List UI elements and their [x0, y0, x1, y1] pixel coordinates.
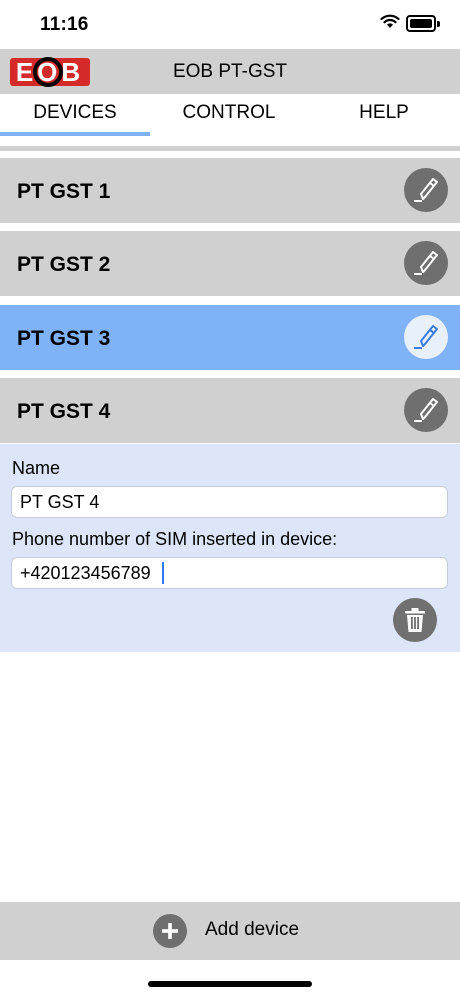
phone-number-field[interactable] — [11, 557, 448, 589]
device-name: PT GST 1 — [17, 180, 111, 203]
device-name: PT GST 3 — [17, 327, 111, 350]
wifi-icon — [380, 14, 400, 34]
device-row[interactable]: PT GST 1 — [0, 158, 460, 223]
pencil-icon — [414, 251, 438, 275]
pencil-icon — [414, 398, 438, 422]
edit-device-button[interactable] — [404, 241, 448, 285]
device-name: PT GST 2 — [17, 253, 111, 276]
tab-separator — [0, 146, 460, 151]
device-name-field[interactable] — [11, 486, 448, 518]
edit-device-button[interactable] — [404, 388, 448, 432]
edit-device-button[interactable] — [404, 168, 448, 212]
home-indicator[interactable] — [148, 981, 312, 987]
text-cursor — [162, 562, 164, 584]
edit-device-button[interactable] — [404, 315, 448, 359]
device-details-panel: Name Phone number of SIM inserted in dev… — [0, 444, 460, 652]
tab-bar: DEVICES CONTROL HELP — [0, 94, 460, 136]
tab-control[interactable]: CONTROL — [150, 102, 308, 124]
status-bar: 11:16 — [0, 0, 460, 48]
device-name: PT GST 4 — [17, 400, 111, 423]
app-header: EOB EOB PT-GST — [0, 49, 460, 94]
name-label: Name — [12, 458, 61, 478]
tab-help[interactable]: HELP — [308, 102, 460, 124]
active-tab-indicator — [0, 132, 150, 136]
device-row-selected[interactable]: PT GST 3 — [0, 305, 460, 370]
pencil-icon — [414, 178, 438, 202]
plus-icon[interactable] — [153, 914, 187, 948]
add-device-bar[interactable]: Add device — [0, 902, 460, 960]
add-device-label[interactable]: Add device — [205, 919, 299, 941]
device-row[interactable]: PT GST 4 — [0, 378, 460, 443]
phone-label: Phone number of SIM inserted in device: — [12, 529, 338, 549]
trash-icon — [405, 608, 425, 632]
pencil-icon — [414, 325, 438, 349]
tab-devices[interactable]: DEVICES — [0, 102, 150, 124]
app-title: EOB PT-GST — [172, 61, 288, 82]
status-time: 11:16 — [40, 14, 89, 35]
battery-icon — [406, 15, 440, 32]
delete-device-button[interactable] — [393, 598, 437, 642]
device-row[interactable]: PT GST 2 — [0, 231, 460, 296]
